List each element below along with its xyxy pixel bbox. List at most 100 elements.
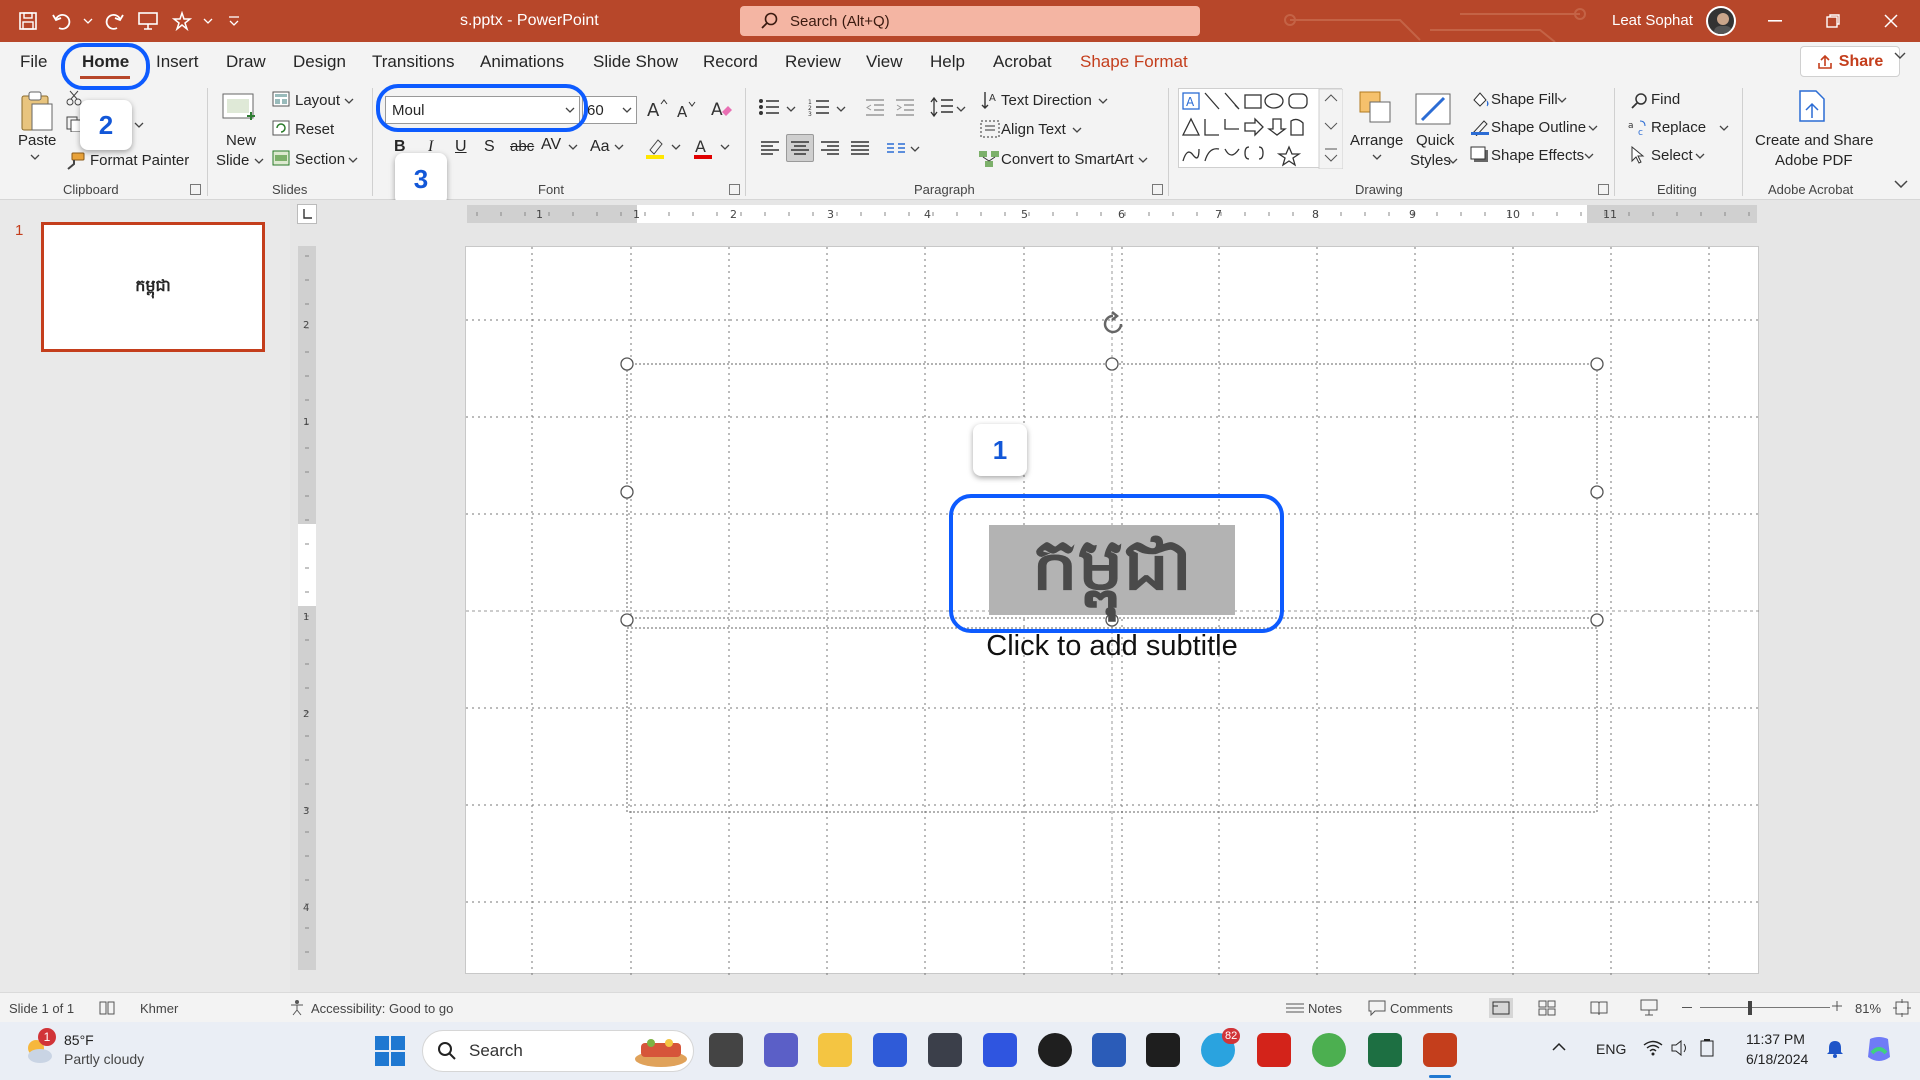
comments-button[interactable]: Comments	[1390, 1001, 1453, 1016]
excel-icon[interactable]	[1368, 1033, 1402, 1067]
character-spacing-dropdown-icon[interactable]	[568, 144, 578, 150]
zoom-slider[interactable]	[1700, 1007, 1830, 1008]
tab-view[interactable]: View	[866, 52, 903, 72]
increase-indent-icon[interactable]	[894, 98, 916, 116]
comments-icon[interactable]	[1368, 1000, 1386, 1016]
spelling-check-icon[interactable]	[98, 1000, 116, 1016]
text-direction-label[interactable]: Text Direction	[1001, 92, 1092, 109]
slideshow-icon[interactable]	[1640, 999, 1658, 1017]
shape-fill-label[interactable]: Shape Fill	[1491, 91, 1558, 108]
customize-qat-icon[interactable]	[220, 7, 248, 35]
restore-icon[interactable]	[1804, 0, 1862, 42]
section-label[interactable]: Section	[295, 151, 345, 168]
minimize-icon[interactable]	[1746, 0, 1804, 42]
align-text-dropdown-icon[interactable]	[1072, 127, 1082, 133]
highlight-color-icon[interactable]	[644, 136, 666, 160]
tab-design[interactable]: Design	[293, 52, 346, 72]
undo-icon[interactable]	[48, 7, 76, 35]
share-dropdown-icon[interactable]	[1894, 52, 1906, 60]
arrange-label[interactable]: Arrange	[1350, 132, 1403, 149]
shape-effects-icon[interactable]	[1470, 146, 1490, 164]
decrease-font-size-icon[interactable]: A	[676, 100, 696, 120]
tab-file[interactable]: File	[20, 52, 47, 72]
tab-selector-icon[interactable]	[297, 204, 317, 224]
find-label[interactable]: Find	[1651, 91, 1680, 108]
notes-icon[interactable]	[1285, 1001, 1305, 1015]
arrange-icon[interactable]	[1358, 90, 1394, 126]
reading-view-icon[interactable]	[1590, 1000, 1608, 1016]
select-dropdown-icon[interactable]	[1695, 153, 1705, 159]
replace-dropdown-icon[interactable]	[1719, 125, 1729, 131]
copy-dropdown-icon[interactable]	[134, 122, 144, 128]
create-pdf-label-2[interactable]: Adobe PDF	[1775, 152, 1853, 169]
tab-draw[interactable]: Draw	[226, 52, 266, 72]
columns-icon[interactable]	[886, 142, 906, 156]
format-painter-label[interactable]: Format Painter	[90, 152, 189, 169]
cut-icon[interactable]	[66, 90, 82, 106]
volume-icon[interactable]	[1671, 1040, 1691, 1056]
create-pdf-icon[interactable]	[1798, 90, 1826, 122]
paste-label[interactable]: Paste	[18, 132, 56, 149]
character-spacing-icon[interactable]: AV	[541, 136, 561, 154]
clipboard-launcher-icon[interactable]	[190, 184, 201, 195]
select-icon[interactable]	[1630, 146, 1646, 164]
quick-styles-label-2[interactable]: Styles	[1410, 152, 1451, 169]
close-icon[interactable]	[1862, 0, 1920, 42]
save-icon[interactable]	[14, 7, 42, 35]
accessibility-icon[interactable]	[289, 999, 307, 1017]
shape-outline-label[interactable]: Shape Outline	[1491, 119, 1586, 136]
copilot-icon[interactable]	[1864, 1035, 1894, 1065]
app-icon[interactable]	[928, 1033, 962, 1067]
undo-dropdown-icon[interactable]	[82, 7, 94, 35]
new-slide-dropdown-icon[interactable]	[254, 158, 264, 164]
layout-icon[interactable]	[272, 91, 290, 107]
reset-icon[interactable]	[272, 120, 290, 136]
tab-record[interactable]: Record	[703, 52, 758, 72]
underline-icon[interactable]: U	[455, 138, 467, 156]
tab-help[interactable]: Help	[930, 52, 965, 72]
align-right-icon[interactable]	[820, 140, 840, 156]
weather-desc[interactable]: Partly cloudy	[64, 1051, 144, 1067]
zoom-in-icon[interactable]	[1831, 1000, 1843, 1012]
new-slide-label-2[interactable]: Slide	[216, 152, 249, 169]
user-name[interactable]: Leat Sophat	[1612, 12, 1693, 29]
reset-label[interactable]: Reset	[295, 121, 334, 138]
powerpoint-icon[interactable]	[1423, 1033, 1457, 1067]
present-icon[interactable]	[134, 7, 162, 35]
wifi-icon[interactable]	[1643, 1040, 1663, 1056]
zoom-slider-thumb[interactable]	[1748, 1001, 1752, 1015]
task-view-icon[interactable]	[709, 1033, 743, 1067]
zoom-level[interactable]: 81%	[1855, 1001, 1881, 1016]
quick-styles-icon[interactable]	[1414, 90, 1452, 128]
line-spacing-dropdown-icon[interactable]	[956, 106, 966, 112]
create-pdf-label-1[interactable]: Create and Share	[1755, 132, 1873, 149]
rotate-handle-icon[interactable]	[1098, 309, 1128, 339]
layout-dropdown-icon[interactable]	[344, 98, 354, 104]
draw-pen-icon[interactable]	[168, 7, 196, 35]
search-box[interactable]: Search (Alt+Q)	[740, 6, 1200, 36]
convert-smartart-icon[interactable]	[978, 150, 1000, 168]
find-icon[interactable]	[1630, 92, 1648, 110]
columns-dropdown-icon[interactable]	[910, 146, 920, 152]
figma-icon[interactable]	[1146, 1033, 1180, 1067]
shape-fill-icon[interactable]	[1470, 90, 1490, 108]
convert-smartart-label[interactable]: Convert to SmartArt	[1001, 151, 1134, 168]
shape-outline-dropdown-icon[interactable]	[1588, 125, 1598, 131]
justify-icon[interactable]	[850, 140, 870, 156]
tab-animations[interactable]: Animations	[480, 52, 564, 72]
paragraph-launcher-icon[interactable]	[1152, 184, 1163, 195]
notification-bell-icon[interactable]	[1826, 1039, 1844, 1059]
slide-sorter-icon[interactable]	[1538, 1000, 1556, 1016]
change-case-icon[interactable]: Aa	[590, 138, 610, 156]
shape-effects-dropdown-icon[interactable]	[1584, 153, 1594, 159]
format-painter-icon[interactable]	[66, 152, 86, 170]
tab-insert[interactable]: Insert	[156, 52, 199, 72]
font-size-dropdown-icon[interactable]	[622, 107, 632, 113]
word-icon[interactable]	[1092, 1033, 1126, 1067]
bullets-icon[interactable]	[758, 98, 780, 116]
font-color-dropdown-icon[interactable]	[720, 144, 730, 150]
language-indicator[interactable]: Khmer	[140, 1001, 178, 1016]
font-launcher-icon[interactable]	[729, 184, 740, 195]
shape-effects-label[interactable]: Shape Effects	[1491, 147, 1584, 164]
align-text-icon[interactable]	[980, 120, 1000, 138]
